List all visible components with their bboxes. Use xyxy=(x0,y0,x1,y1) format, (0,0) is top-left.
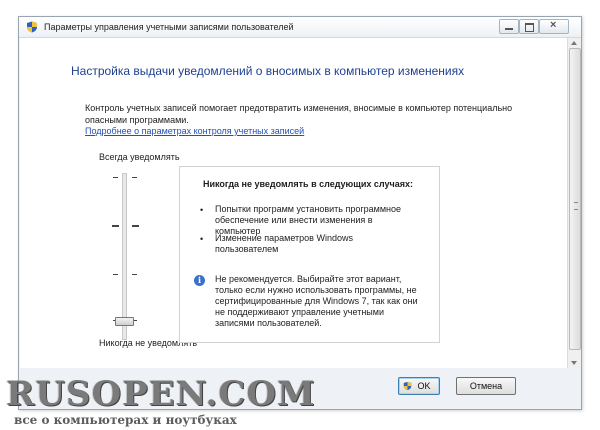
info-title: Никогда не уведомлять в следующих случая… xyxy=(203,179,413,189)
content-area: Настройка выдачи уведомлений о вносимых … xyxy=(20,38,567,368)
uac-shield-icon xyxy=(27,21,37,33)
maximize-button[interactable] xyxy=(519,19,539,34)
maximize-icon xyxy=(525,23,534,32)
watermark-logo: RUSOPEN.COM xyxy=(6,374,316,414)
warning-note: Не рекомендуется. Выбирайте этот вариант… xyxy=(215,274,418,328)
scroll-down-arrow-icon[interactable] xyxy=(571,361,577,365)
scrollbar-grip-icon xyxy=(574,202,578,210)
close-icon: × xyxy=(550,19,557,31)
description-text: Контроль учетных записей помогает предот… xyxy=(85,103,513,125)
slider-tick xyxy=(112,225,119,227)
minimize-button[interactable] xyxy=(499,19,519,34)
bullet-dot: • xyxy=(200,234,204,244)
notification-slider-thumb[interactable] xyxy=(115,317,134,326)
slider-tick xyxy=(113,177,118,178)
slider-tick xyxy=(132,225,139,227)
level-description-box: Никогда не уведомлять в следующих случая… xyxy=(179,166,440,343)
close-button[interactable]: × xyxy=(539,19,569,34)
cancel-button[interactable]: Отмена xyxy=(456,377,516,395)
slider-top-label: Всегда уведомлять xyxy=(99,152,180,162)
slider-tick xyxy=(132,274,137,275)
slider-tick xyxy=(113,274,118,275)
title-bar[interactable]: Параметры управления учетными записями п… xyxy=(19,17,581,38)
page-title: Настройка выдачи уведомлений о вносимых … xyxy=(71,64,465,78)
scroll-up-arrow-icon[interactable] xyxy=(571,41,577,45)
info-icon: i xyxy=(194,275,205,286)
uac-shield-icon xyxy=(403,381,412,391)
notification-slider-track[interactable] xyxy=(122,173,127,340)
slider-tick xyxy=(132,177,137,178)
bullet-dot: • xyxy=(200,205,204,215)
scrollbar-thumb[interactable] xyxy=(569,48,581,350)
watermark-tagline: все о компьютерах и ноутбуках xyxy=(14,413,237,427)
ok-button[interactable]: OK xyxy=(398,377,440,395)
info-bullet: Изменение параметров Windows пользовател… xyxy=(215,233,353,254)
minimize-icon xyxy=(505,28,513,30)
learn-more-link[interactable]: Подробнее о параметрах контроля учетных … xyxy=(85,126,304,136)
vertical-scrollbar[interactable] xyxy=(567,38,581,368)
window-title: Параметры управления учетными записями п… xyxy=(44,22,294,32)
uac-settings-window: Параметры управления учетными записями п… xyxy=(18,16,582,410)
